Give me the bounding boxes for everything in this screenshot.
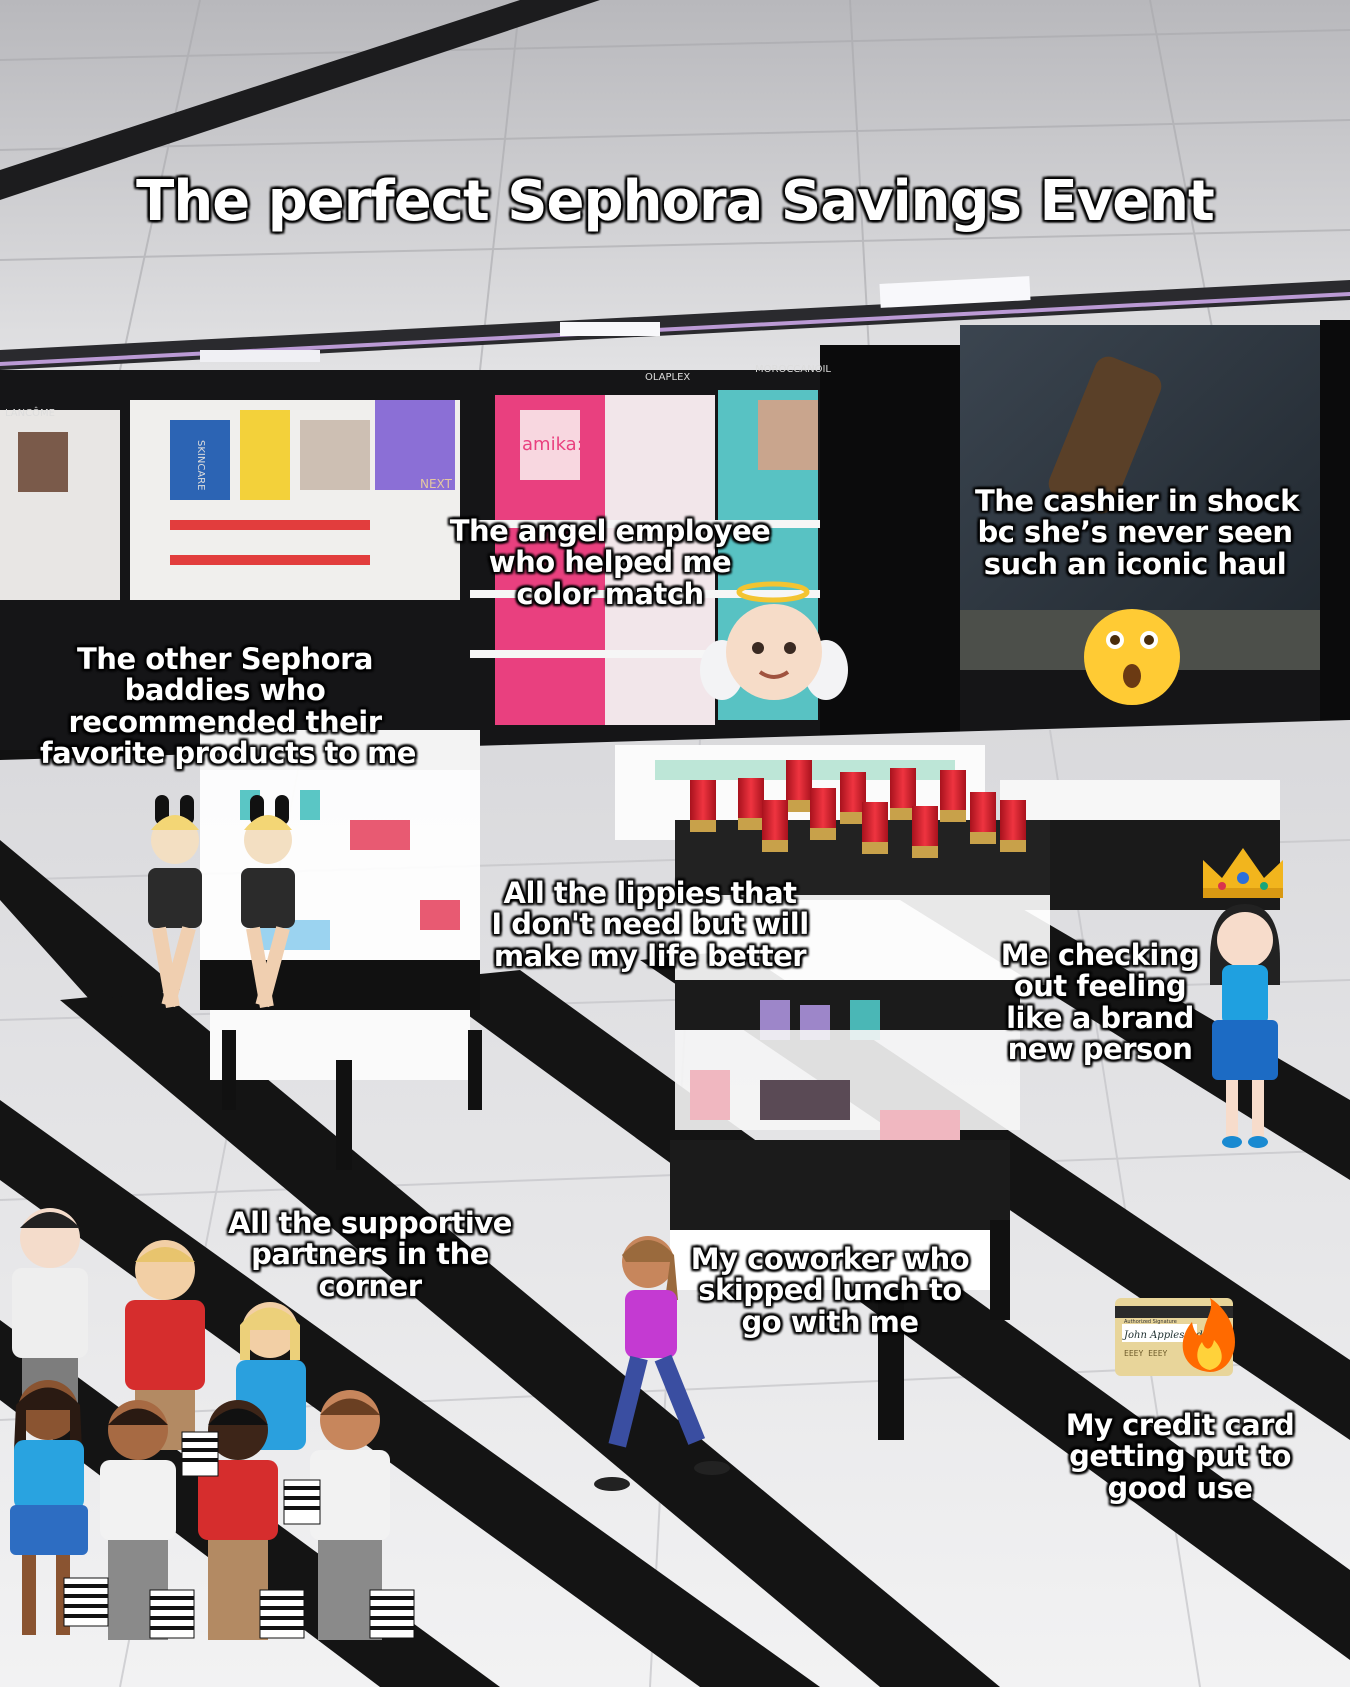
caption-line: getting put to xyxy=(1069,1439,1291,1474)
caption-line: The other Sephora xyxy=(77,642,373,676)
caption-line: make my life better xyxy=(493,938,807,973)
caption-line: skipped lunch to xyxy=(698,1273,962,1308)
caption-sephora-baddies: The other Sephora baddies who recommende… xyxy=(40,642,416,770)
caption-line: favorite products to me xyxy=(40,735,416,770)
caption-line: Me checking xyxy=(1000,938,1200,972)
caption-line: recommended their xyxy=(68,704,382,739)
sign-next: NEXT xyxy=(420,477,453,491)
sign-lancome: LANCÔME xyxy=(5,406,55,419)
store-scene: LANCÔME SKINCARE amika: OLAPLEX MOROCCAN… xyxy=(0,0,1350,1687)
caption-line: like a brand xyxy=(1006,1000,1194,1035)
caption-line: The cashier in shock xyxy=(975,484,1299,518)
caption-line: go with me xyxy=(741,1304,919,1339)
caption-line: corner xyxy=(318,1268,422,1303)
sign-amika: amika: xyxy=(522,434,583,455)
caption-line: who helped me xyxy=(488,545,732,580)
caption-line: The angel employee xyxy=(449,514,771,548)
caption-line: good use xyxy=(1107,1470,1253,1505)
caption-line: My coworker who xyxy=(690,1242,970,1276)
astonished-face-emoji xyxy=(1084,609,1180,705)
caption-supportive-partners: All the supportive partners in the corne… xyxy=(220,1206,520,1303)
page-title: The perfect Sephora Savings Event xyxy=(136,169,1215,234)
sign-skincare: SKINCARE xyxy=(195,440,206,490)
caption-line: partners in the xyxy=(251,1237,489,1272)
sign-moroccanoil: MOROCCANOIL xyxy=(755,364,831,375)
caption-line: I don't need but will xyxy=(491,907,809,942)
caption-line: bc she’s never seen xyxy=(977,515,1293,550)
caption-line: All the lippies that xyxy=(503,876,798,910)
caption-line: baddies who xyxy=(124,673,326,708)
caption-line: such an iconic haul xyxy=(983,546,1287,581)
caption-coworker: My coworker who skipped lunch to go with… xyxy=(680,1242,980,1339)
sign-olaplex: OLAPLEX xyxy=(645,372,690,383)
caption-credit-card: My credit card getting put to good use xyxy=(1060,1408,1300,1505)
caption-line: My credit card xyxy=(1065,1408,1295,1442)
caption-lippies: All the lippies that I don't need but wi… xyxy=(480,876,820,973)
caption-line: out feeling xyxy=(1013,969,1187,1004)
card-signature-label: Authorized Signature xyxy=(1124,1319,1177,1325)
caption-line: All the supportive xyxy=(228,1206,512,1240)
caption-line: color match xyxy=(516,576,704,611)
caption-line: new person xyxy=(1007,1031,1193,1066)
card-number-fragment: EEEY EEEY xyxy=(1124,1349,1168,1358)
caption-me-checking-out: Me checking out feeling like a brand new… xyxy=(990,938,1210,1066)
caption-angel-employee: The angel employee who helped me color m… xyxy=(440,514,780,611)
caption-cashier: The cashier in shock bc she’s never seen… xyxy=(975,484,1299,581)
